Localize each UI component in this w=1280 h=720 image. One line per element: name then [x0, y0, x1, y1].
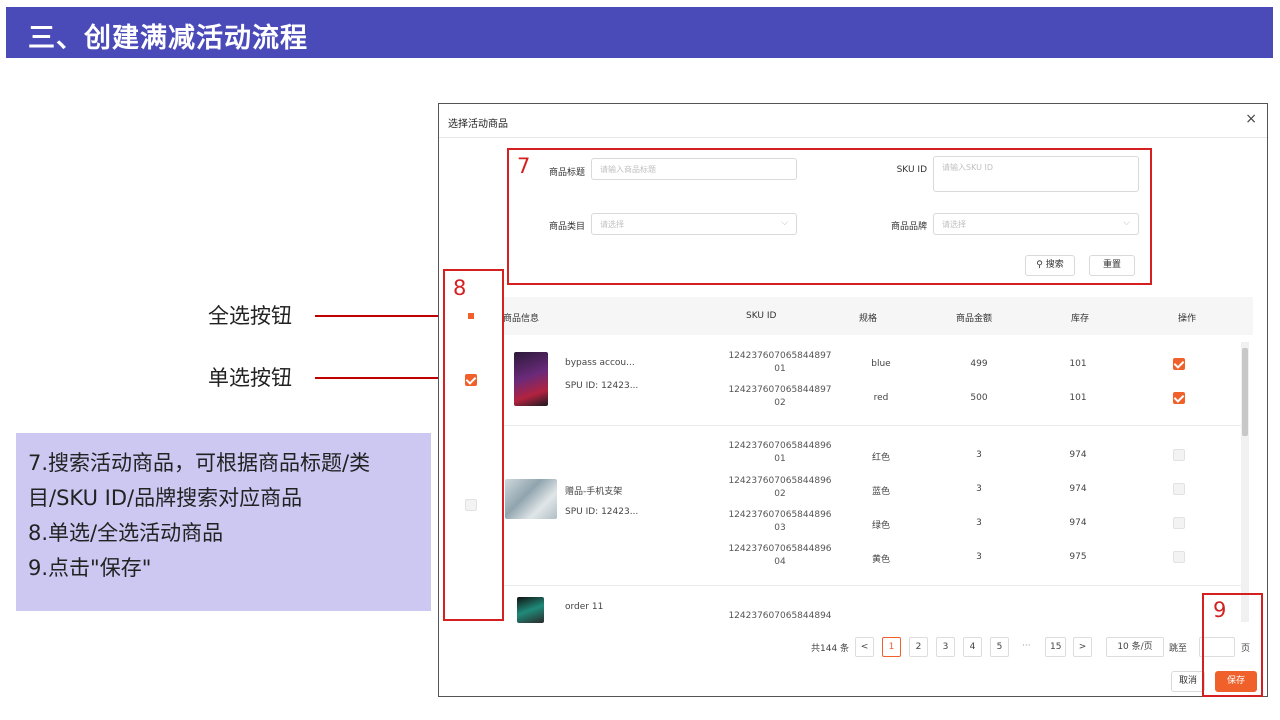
step-7-number: 7 — [517, 154, 531, 178]
sku-checkbox[interactable] — [1173, 551, 1185, 563]
sku-id: 124237607065844897 01 — [728, 351, 832, 374]
step-8-number: 8 — [453, 276, 467, 300]
note-line: 8.单选/全选活动商品 — [28, 521, 224, 545]
product-spu: SPU ID: 12423... — [565, 507, 639, 517]
sku-price: 3 — [976, 484, 982, 494]
page-button[interactable]: 1 — [882, 637, 901, 657]
sku-id: 124237607065844896 01 — [728, 441, 832, 464]
header-banner: 三、创建满减活动流程 — [6, 7, 1273, 58]
divider — [439, 137, 1267, 138]
product-thumbnail — [517, 597, 544, 623]
page-button[interactable]: 5 — [990, 637, 1009, 657]
product-name: bypass accou... — [565, 358, 635, 368]
close-icon[interactable]: × — [1245, 111, 1257, 127]
product-thumbnail — [505, 479, 557, 519]
product-name: 赠品-手机支架 — [565, 487, 623, 497]
sku-stock: 975 — [1069, 552, 1087, 562]
select-all-label: 全选按钮 — [208, 304, 292, 328]
page-button[interactable]: 2 — [909, 637, 928, 657]
note-line: 7.搜索活动商品，可根据商品标题/类 — [28, 451, 371, 475]
sku-checkbox[interactable] — [1173, 358, 1185, 370]
sku-id: 124237607065844896 03 — [728, 510, 832, 533]
jump-label: 跳至 — [1169, 644, 1188, 654]
sku-price: 499 — [970, 359, 988, 369]
note-line: 9.点击"保存" — [28, 556, 152, 580]
select-all-arrow — [315, 310, 460, 322]
slide: 三、创建满减活动流程 全选按钮 单选按钮 7.搜索活动商品，可根据商品标题/类 … — [0, 0, 1280, 720]
sku-spec: 黄色 — [871, 555, 890, 565]
page-button[interactable]: 3 — [936, 637, 955, 657]
sku-stock: 974 — [1069, 518, 1087, 528]
sku-price: 3 — [976, 518, 982, 528]
sku-stock: 974 — [1069, 450, 1087, 460]
sku-price: 3 — [976, 450, 982, 460]
save-button-highlight — [1202, 593, 1263, 697]
checkbox-column-highlight — [443, 269, 504, 621]
sku-id: 124237607065844896 02 — [728, 476, 832, 499]
sku-spec: 绿色 — [871, 521, 890, 531]
single-select-arrow — [315, 372, 457, 384]
column-header-spec: 规格 — [859, 314, 878, 324]
table-header: 商品信息 SKU ID 规格 商品金额 库存 操作 — [503, 297, 1253, 335]
next-page-button[interactable]: > — [1073, 637, 1092, 657]
sku-id: 124237607065844896 04 — [728, 544, 832, 567]
sku-spec: 蓝色 — [871, 487, 890, 497]
sku-spec: blue — [871, 359, 891, 369]
page-button[interactable]: 15 — [1045, 637, 1067, 657]
sku-id: 124237607065844894 — [728, 611, 832, 621]
column-header-product: 商品信息 — [503, 314, 540, 324]
sku-checkbox[interactable] — [1173, 517, 1185, 529]
column-header-stock: 库存 — [1071, 314, 1090, 324]
sku-stock: 101 — [1069, 393, 1087, 403]
sku-price: 3 — [976, 552, 982, 562]
sku-checkbox[interactable] — [1173, 392, 1185, 404]
note-line: 目/SKU ID/品牌搜索对应商品 — [28, 486, 303, 510]
sku-checkbox[interactable] — [1173, 449, 1185, 461]
pagination-ellipsis: ··· — [1022, 641, 1031, 651]
single-select-label: 单选按钮 — [208, 366, 292, 390]
dialog-title: 选择活动商品 — [448, 119, 508, 130]
product-thumbnail — [514, 352, 548, 406]
instructions-box: 7.搜索活动商品，可根据商品标题/类 目/SKU ID/品牌搜索对应商品 8.单… — [16, 433, 431, 611]
step-9-number: 9 — [1213, 598, 1227, 622]
product-spu: SPU ID: 12423... — [565, 381, 639, 391]
row-divider — [503, 425, 1243, 426]
cancel-button[interactable]: 取消 — [1171, 671, 1205, 692]
sku-stock: 974 — [1069, 484, 1087, 494]
sku-checkbox[interactable] — [1173, 483, 1185, 495]
search-area-highlight — [507, 148, 1152, 285]
sku-stock: 101 — [1069, 359, 1087, 369]
scrollbar-thumb[interactable] — [1242, 348, 1248, 436]
page-title: 三、创建满减活动流程 — [28, 23, 308, 54]
sku-spec: red — [873, 393, 889, 403]
page-size-select[interactable]: 10 条/页 — [1106, 637, 1164, 657]
total-count: 共144 条 — [811, 644, 850, 654]
sku-id: 124237607065844897 02 — [728, 385, 832, 408]
column-header-price: 商品金额 — [956, 314, 993, 324]
column-header-action: 操作 — [1178, 314, 1197, 324]
scrollbar[interactable] — [1241, 342, 1249, 622]
prev-page-button[interactable]: < — [855, 637, 874, 657]
product-name: order 11 — [565, 602, 604, 612]
sku-price: 500 — [970, 393, 988, 403]
sku-spec: 红色 — [871, 453, 890, 463]
column-header-sku: SKU ID — [746, 311, 777, 321]
page-button[interactable]: 4 — [963, 637, 982, 657]
row-divider — [503, 585, 1243, 586]
